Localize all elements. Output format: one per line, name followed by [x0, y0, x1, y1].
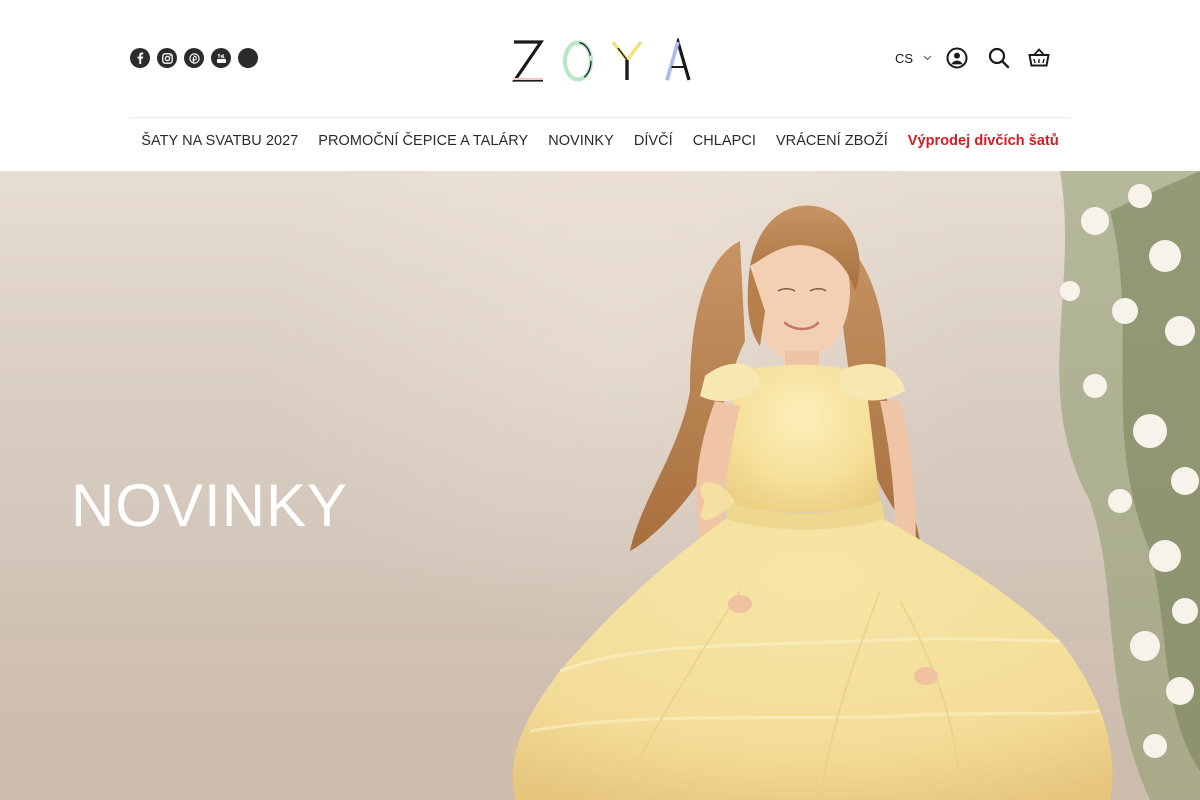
- cart-icon[interactable]: [1028, 47, 1050, 69]
- youtube-icon[interactable]: [211, 48, 231, 68]
- main-navigation: ŠATY NA SVATBU 2027 PROMOČNÍ ČEPICE A TA…: [0, 118, 1200, 164]
- instagram-icon[interactable]: [157, 48, 177, 68]
- nav-item-wedding-dresses[interactable]: ŠATY NA SVATBU 2027: [141, 133, 298, 149]
- language-label: CS: [894, 50, 913, 66]
- search-icon[interactable]: [988, 47, 1010, 69]
- social-links: [130, 48, 258, 68]
- social-icon[interactable]: [238, 48, 258, 68]
- nav-item-graduation-caps[interactable]: PROMOČNÍ ČEPICE A TALÁRY: [318, 133, 528, 149]
- pinterest-icon[interactable]: [184, 48, 204, 68]
- nav-item-returns[interactable]: VRÁCENÍ ZBOŽÍ: [776, 133, 888, 149]
- facebook-icon[interactable]: [130, 48, 150, 68]
- zoya-logo[interactable]: [510, 38, 694, 84]
- language-selector[interactable]: CS: [895, 51, 932, 66]
- nav-item-boys[interactable]: CHLAPCI: [693, 133, 756, 149]
- header-utilities: CS: [895, 44, 1050, 72]
- site-header: CS ŠATY NA SVATBU 2027 PROMOČNÍ ČEPICE A…: [0, 0, 1200, 171]
- hero-title: NOVINKY: [71, 472, 349, 539]
- nav-item-sale[interactable]: Výprodej dívčích šatů: [908, 133, 1059, 149]
- hero-banner[interactable]: NOVINKY: [0, 171, 1200, 800]
- nav-item-new-arrivals[interactable]: NOVINKY: [548, 133, 614, 149]
- account-icon[interactable]: [946, 47, 968, 69]
- nav-item-girls[interactable]: DÍVČÍ: [634, 133, 673, 149]
- chevron-down-icon: [923, 55, 932, 61]
